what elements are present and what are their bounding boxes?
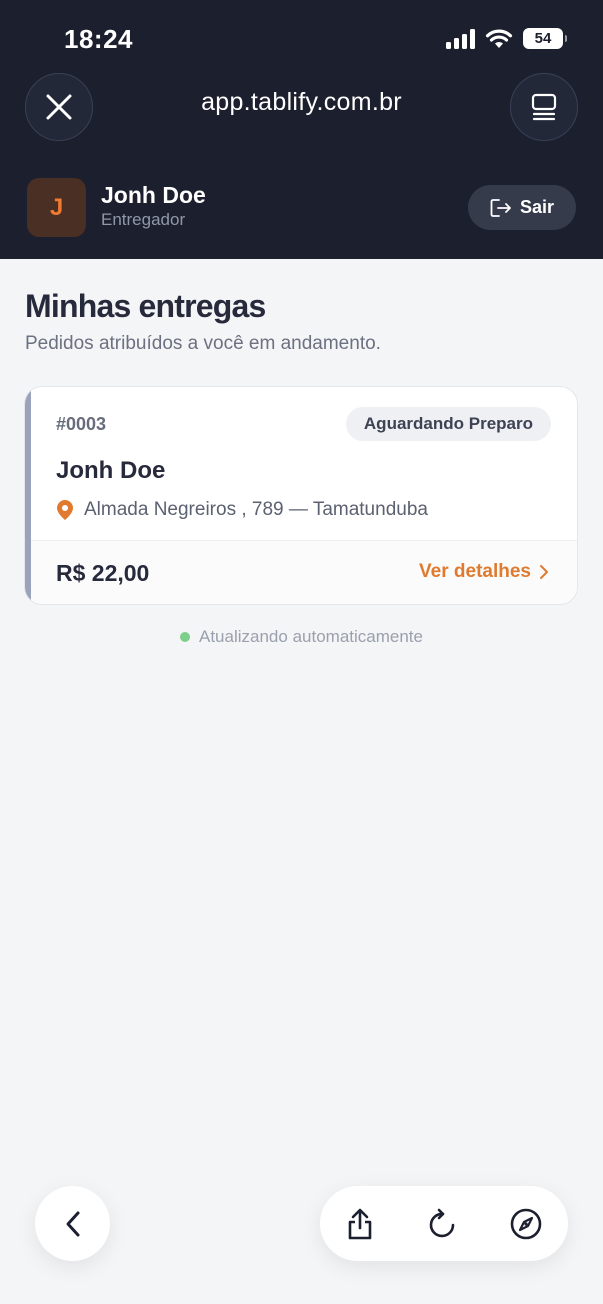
share-icon — [348, 1208, 372, 1240]
order-id: #0003 — [56, 414, 107, 434]
address-text: Almada Negreiros , 789 — Tamatunduba — [84, 499, 428, 520]
back-icon — [66, 1211, 79, 1236]
user-role: Entregador — [101, 210, 186, 229]
app-header: 18:24 54 app.tablify.com.br J Jonh Doe E… — [0, 0, 603, 259]
order-card[interactable]: #0003 Aguardando Preparo Jonh Doe Almada… — [24, 386, 578, 605]
logout-button[interactable]: Sair — [468, 185, 576, 230]
avatar: J — [27, 178, 86, 237]
reload-button[interactable] — [422, 1204, 462, 1244]
tabs-button[interactable] — [510, 73, 578, 141]
customer-name: Jonh Doe — [56, 457, 166, 484]
wifi-icon — [485, 29, 513, 48]
compass-icon — [510, 1208, 542, 1240]
logout-label: Sair — [519, 197, 555, 217]
back-button[interactable] — [35, 1186, 110, 1261]
auto-refresh-indicator: Atualizando automaticamente — [0, 627, 603, 647]
logout-icon — [490, 198, 511, 217]
page-title: Minhas entregas — [25, 288, 266, 324]
chevron-right-icon — [540, 565, 548, 579]
auto-refresh-text: Atualizando automaticamente — [199, 627, 423, 646]
reload-icon — [429, 1208, 455, 1238]
view-details-label: Ver detalhes — [419, 561, 531, 582]
status-indicators: 54 — [446, 28, 567, 49]
order-total: R$ 22,00 — [56, 560, 150, 586]
view-details-link[interactable]: Ver detalhes — [419, 561, 549, 583]
live-dot — [180, 632, 190, 642]
page-subtitle: Pedidos atribuídos a você em andamento. — [25, 333, 381, 354]
status-time: 18:24 — [64, 24, 133, 54]
address-row: Almada Negreiros , 789 — Tamatunduba — [56, 499, 428, 521]
location-pin-icon — [57, 500, 73, 520]
card-divider — [31, 540, 577, 541]
tabs-icon — [531, 93, 557, 121]
status-badge: Aguardando Preparo — [345, 407, 551, 441]
share-button[interactable] — [340, 1204, 380, 1244]
compass-button[interactable] — [506, 1204, 546, 1244]
user-name: Jonh Doe — [101, 182, 206, 208]
battery-icon: 54 — [523, 28, 567, 49]
browser-action-bar — [320, 1186, 568, 1261]
signal-icon — [446, 28, 475, 49]
